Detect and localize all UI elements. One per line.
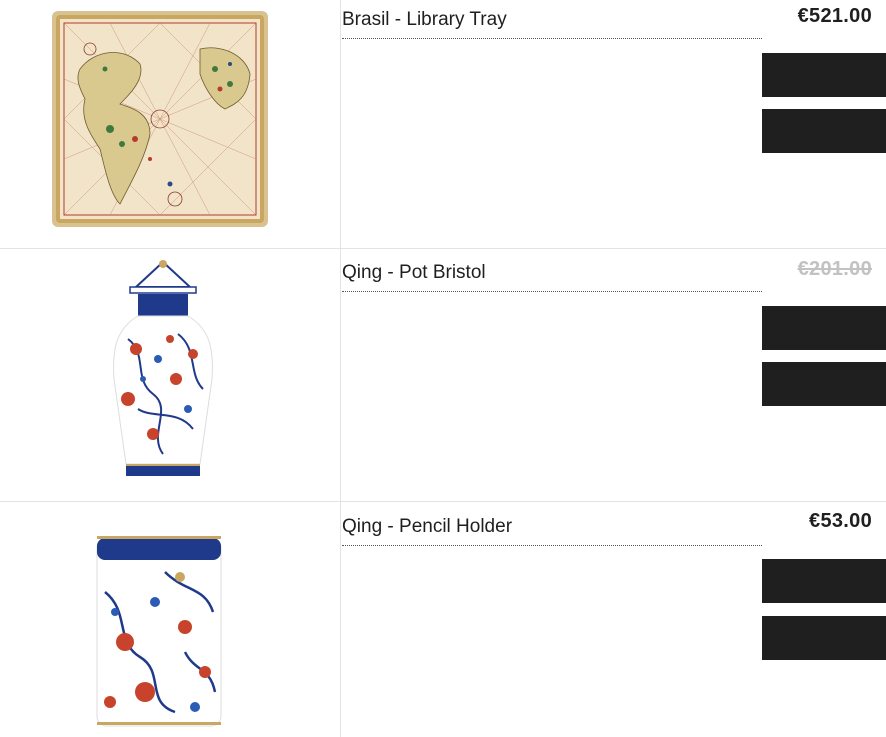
product-action-button-secondary[interactable]	[762, 616, 886, 660]
product-price: €53.00	[809, 510, 872, 532]
product-action-button-primary[interactable]	[762, 53, 886, 97]
product-name[interactable]: Brasil - Library Tray	[342, 9, 762, 39]
product-action-button-secondary[interactable]	[762, 362, 886, 406]
qing-pencil-holder-image	[96, 536, 222, 727]
product-row: Qing - Pencil Holder €53.00	[0, 502, 886, 737]
product-action-button-primary[interactable]	[762, 306, 886, 350]
brasil-library-tray-image	[52, 11, 268, 227]
product-thumbnail[interactable]	[0, 502, 340, 737]
product-name[interactable]: Qing - Pencil Holder	[342, 516, 762, 546]
product-price: €521.00	[797, 5, 872, 27]
product-row: Qing - Pot Bristol €201.00	[0, 249, 886, 501]
product-list: Brasil - Library Tray €521.00 Qing - Pot…	[0, 0, 886, 737]
product-price-original: €201.00	[797, 258, 872, 280]
product-name[interactable]: Qing - Pot Bristol	[342, 262, 762, 292]
product-row: Brasil - Library Tray €521.00	[0, 0, 886, 248]
product-action-button-secondary[interactable]	[762, 109, 886, 153]
product-thumbnail[interactable]	[0, 0, 340, 248]
product-thumbnail[interactable]	[0, 249, 340, 501]
qing-pot-bristol-image	[113, 260, 213, 476]
product-action-button-primary[interactable]	[762, 559, 886, 603]
